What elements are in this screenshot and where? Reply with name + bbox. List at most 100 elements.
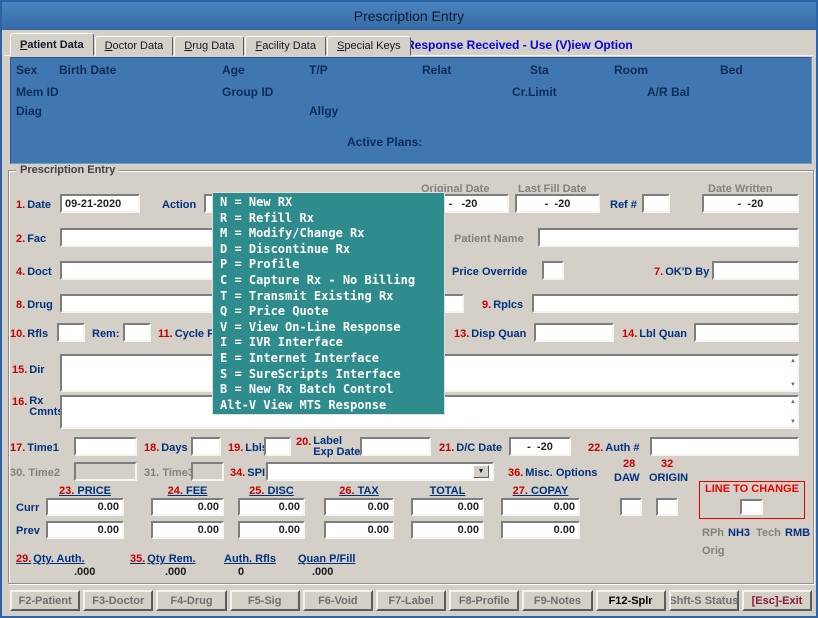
curr-total-field[interactable]: 0.00 bbox=[411, 498, 484, 516]
action-menu-item[interactable]: S = SureScripts Interface bbox=[213, 367, 444, 383]
daw-label: DAW bbox=[614, 472, 640, 484]
disp-quan-label: 13. Disp Quan bbox=[454, 328, 527, 340]
curr-disc-field[interactable]: 0.00 bbox=[238, 498, 305, 516]
action-menu-item[interactable]: I = IVR Interface bbox=[213, 335, 444, 351]
label-exp-date-field[interactable] bbox=[360, 437, 431, 456]
scroll-down-icon[interactable]: ▼ bbox=[790, 419, 796, 425]
prev-copay-field[interactable]: 0.00 bbox=[501, 521, 580, 539]
tab-patient-data[interactable]: Patient Data bbox=[10, 33, 94, 56]
action-menu-item[interactable]: N = New RX bbox=[213, 195, 444, 211]
spi-field[interactable]: ▼ bbox=[266, 462, 494, 481]
scroll-down-icon[interactable]: ▼ bbox=[790, 382, 796, 388]
time3-field bbox=[191, 462, 224, 481]
line-to-change-label: LINE TO CHANGE bbox=[705, 483, 799, 495]
ref-field[interactable] bbox=[642, 194, 670, 213]
last-fill-date-field[interactable]: - -20 bbox=[515, 194, 600, 213]
rfls-label: 10. Rfls bbox=[10, 328, 49, 340]
action-menu-item[interactable]: Q = Price Quote bbox=[213, 304, 444, 320]
curr-tax-field[interactable]: 0.00 bbox=[324, 498, 394, 516]
esc-exit-button[interactable]: [Esc]-Exit bbox=[741, 590, 813, 611]
scroll-up-icon[interactable]: ▲ bbox=[790, 399, 796, 405]
sta-label: Sta bbox=[530, 63, 549, 77]
tab-drug-data[interactable]: Drug Data bbox=[174, 36, 245, 56]
cycle-fill-label: 11. Cycle Fi bbox=[158, 328, 217, 340]
disp-quan-field[interactable] bbox=[534, 323, 614, 342]
spi-dropdown-button[interactable]: ▼ bbox=[473, 465, 489, 478]
daw-number-label: 28 bbox=[623, 458, 636, 470]
tab-facility-data[interactable]: Facility Data bbox=[245, 36, 326, 56]
curr-copay-field[interactable]: 0.00 bbox=[501, 498, 580, 516]
date-field[interactable]: 09-21-2020 bbox=[60, 194, 140, 213]
f3-doctor-button[interactable]: F3-Doctor bbox=[83, 590, 154, 611]
prev-price-field[interactable]: 0.00 bbox=[46, 521, 124, 539]
price-override-field[interactable] bbox=[542, 261, 564, 280]
dc-date-field[interactable]: - -20 bbox=[509, 437, 571, 456]
date-label: 1. Date bbox=[16, 199, 52, 211]
auth-rfls-value: 0 bbox=[238, 566, 245, 578]
rem-field[interactable] bbox=[123, 323, 151, 342]
rem-label: Rem: bbox=[92, 328, 120, 340]
line-to-change-field[interactable] bbox=[740, 499, 763, 515]
okd-by-field[interactable] bbox=[712, 261, 799, 280]
f8-profile-button[interactable]: F8-Profile bbox=[449, 590, 520, 611]
daw-field[interactable] bbox=[620, 498, 642, 516]
auth-num-label: 22. Auth # bbox=[588, 442, 640, 454]
scroll-up-icon[interactable]: ▲ bbox=[790, 358, 796, 364]
action-menu-item[interactable]: P = Profile bbox=[213, 257, 444, 273]
origin-field[interactable] bbox=[656, 498, 678, 516]
f4-drug-button[interactable]: F4-Drug bbox=[156, 590, 227, 611]
action-menu-item[interactable]: E = Internet Interface bbox=[213, 351, 444, 367]
f6-void-button[interactable]: F6-Void bbox=[302, 590, 373, 611]
action-menu-item[interactable]: V = View On-Line Response bbox=[213, 320, 444, 336]
chevron-down-icon: ▼ bbox=[477, 468, 485, 475]
prev-disc-field[interactable]: 0.00 bbox=[238, 521, 305, 539]
cr-limit-label: Cr.Limit bbox=[512, 85, 557, 99]
prev-total-field[interactable]: 0.00 bbox=[411, 521, 484, 539]
bed-label: Bed bbox=[720, 63, 743, 77]
days-field[interactable] bbox=[191, 437, 221, 456]
action-menu-item[interactable]: R = Refill Rx bbox=[213, 211, 444, 227]
action-menu-item[interactable]: Alt-V View MTS Response bbox=[213, 398, 444, 414]
time1-field[interactable] bbox=[74, 437, 137, 456]
rfls-field[interactable] bbox=[57, 323, 85, 342]
fee-header: 24. FEE bbox=[167, 485, 208, 497]
action-menu-item[interactable]: B = New Rx Batch Control bbox=[213, 382, 444, 398]
title-bar: Prescription Entry bbox=[2, 2, 816, 30]
curr-fee-field[interactable]: 0.00 bbox=[151, 498, 224, 516]
rplcs-field[interactable] bbox=[532, 294, 799, 313]
action-menu-item[interactable]: C = Capture Rx - No Billing bbox=[213, 273, 444, 289]
curr-price-field[interactable]: 0.00 bbox=[46, 498, 124, 516]
relat-label: Relat bbox=[422, 63, 452, 77]
quan-pfill-label: Quan P/Fill bbox=[298, 553, 356, 565]
tab-special-keys[interactable]: Special Keys bbox=[326, 36, 411, 56]
action-menu-item[interactable]: T = Transmit Existing Rx bbox=[213, 289, 444, 305]
prev-tax-field[interactable]: 0.00 bbox=[324, 521, 394, 539]
prev-fee-field[interactable]: 0.00 bbox=[151, 521, 224, 539]
f12-splr-button[interactable]: F12-Splr bbox=[595, 590, 666, 611]
age-label: Age bbox=[222, 63, 245, 77]
tab-doctor-data[interactable]: Doctor Data bbox=[94, 36, 174, 56]
ref-label: Ref # bbox=[610, 199, 637, 211]
orig-label: Orig bbox=[702, 545, 725, 557]
date-written-field[interactable]: - -20 bbox=[702, 194, 799, 213]
allgy-label: Allgy bbox=[309, 104, 339, 118]
auth-num-field[interactable] bbox=[650, 437, 799, 456]
action-menu-item[interactable]: M = Modify/Change Rx bbox=[213, 226, 444, 242]
patient-name-label: Patient Name bbox=[454, 233, 524, 245]
f2-patient-button[interactable]: F2-Patient bbox=[10, 590, 81, 611]
shft-s-status-button[interactable]: Shft-S Status bbox=[668, 590, 739, 611]
prescription-entry-window: Prescription Entry Patient Data Doctor D… bbox=[0, 0, 818, 618]
action-menu: N = New RX R = Refill Rx M = Modify/Chan… bbox=[212, 192, 445, 415]
lbls-field[interactable] bbox=[264, 437, 291, 456]
prev-row-label: Prev bbox=[16, 525, 40, 537]
time2-label: 30. Time2 bbox=[10, 467, 60, 479]
action-menu-item[interactable]: D = Discontinue Rx bbox=[213, 242, 444, 258]
lbl-quan-field[interactable] bbox=[694, 323, 799, 342]
price-override-label: Price Override bbox=[452, 266, 528, 278]
origin-label: ORIGIN bbox=[649, 472, 689, 484]
f7-label-button[interactable]: F7-Label bbox=[375, 590, 447, 611]
patient-name-field[interactable] bbox=[538, 228, 799, 247]
f5-sig-button[interactable]: F5-Sig bbox=[229, 590, 300, 611]
f9-notes-button[interactable]: F9-Notes bbox=[522, 590, 593, 611]
label-exp-date-label: 20. Label Exp Date bbox=[296, 435, 361, 458]
